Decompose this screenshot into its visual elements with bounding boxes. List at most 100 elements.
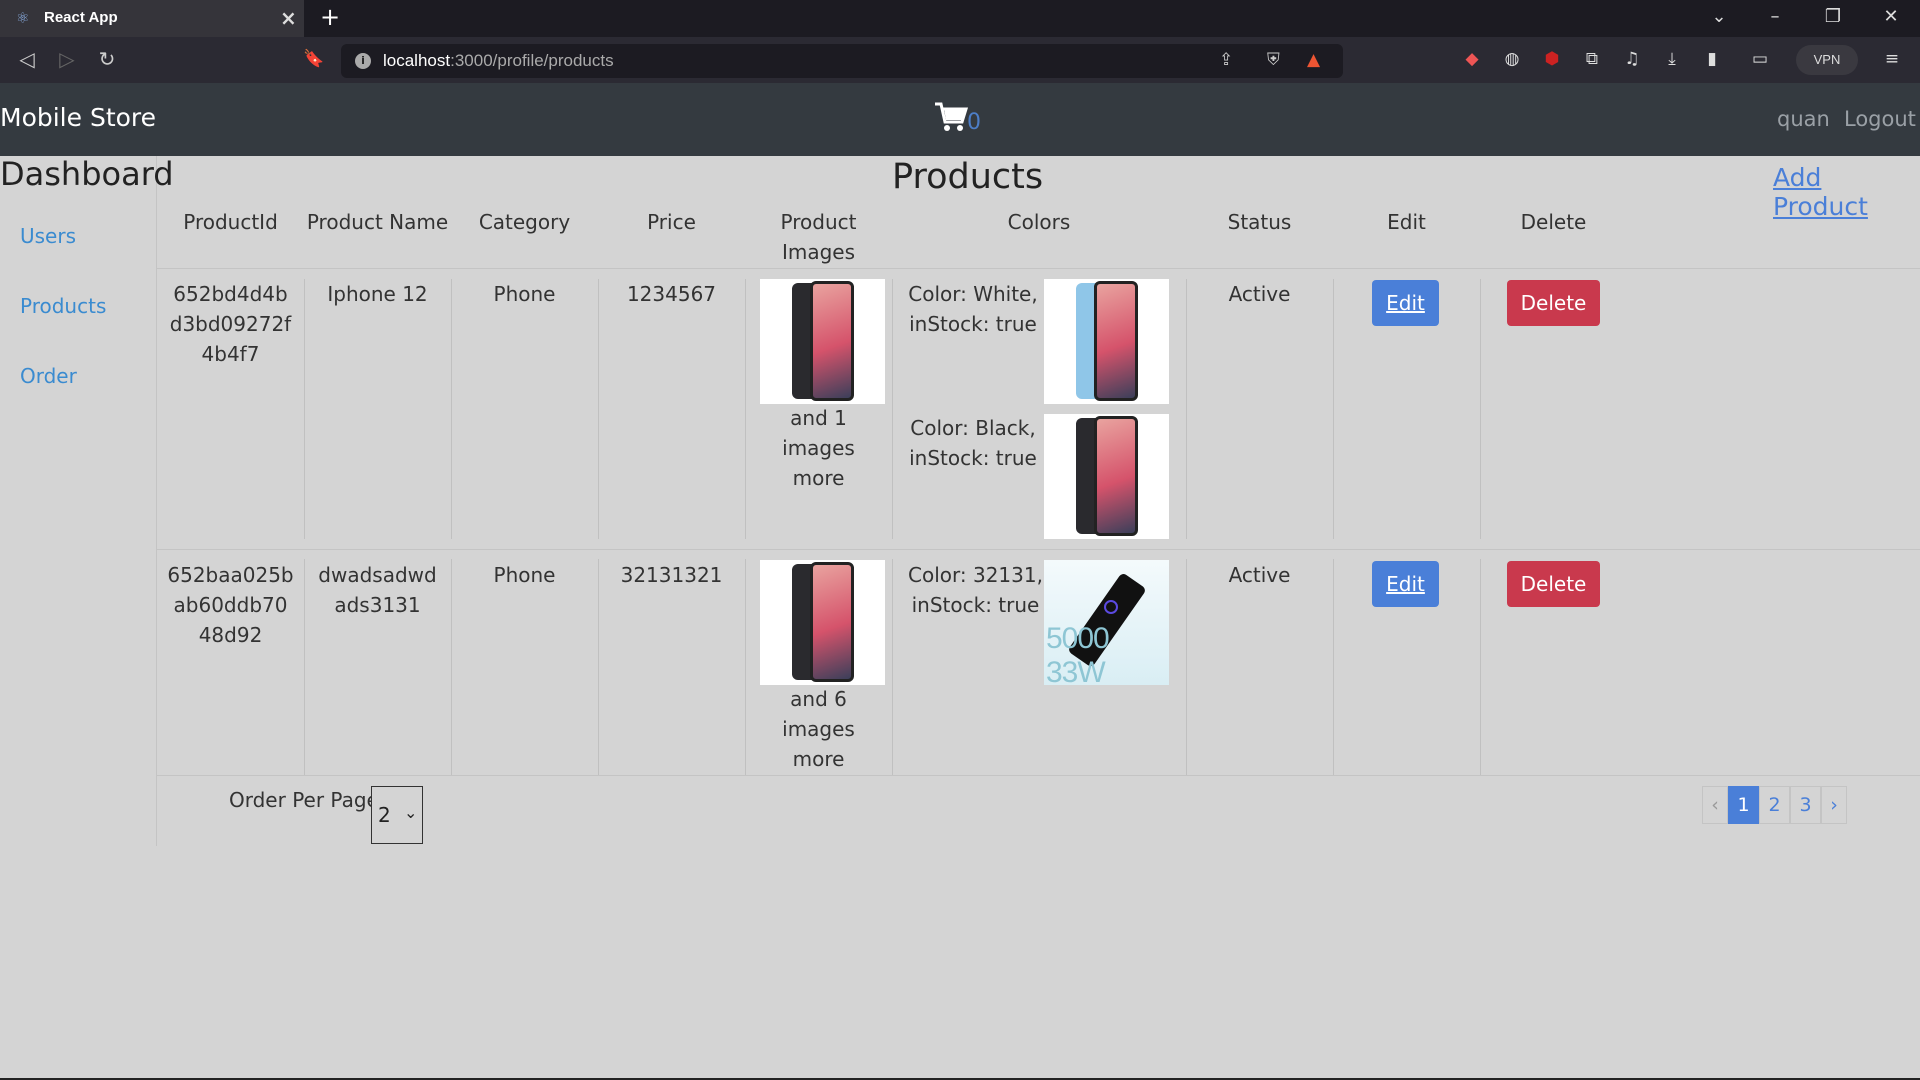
col-header-edit: Edit bbox=[1387, 210, 1426, 234]
cell-divider bbox=[1186, 279, 1187, 539]
cell-divider bbox=[1480, 559, 1481, 775]
cell-divider bbox=[304, 279, 305, 539]
address-bar[interactable]: i localhost:3000/profile/products ⇪ ⛨ ▲ bbox=[341, 44, 1343, 78]
window-close-icon[interactable]: ✕ bbox=[1876, 6, 1906, 27]
pagination-page-2[interactable]: 2 bbox=[1759, 786, 1790, 824]
pagination-next[interactable]: › bbox=[1821, 786, 1847, 824]
col-header-product-images: Product Images bbox=[780, 210, 857, 264]
pagination-prev[interactable]: ‹ bbox=[1702, 786, 1728, 824]
back-icon[interactable]: ◁ bbox=[13, 47, 41, 71]
color-text: Color: Black, inStock: true bbox=[909, 416, 1037, 470]
nav-user-link[interactable]: quan bbox=[1777, 107, 1830, 131]
new-tab-icon[interactable]: + bbox=[320, 3, 340, 31]
sidebar-item-order[interactable]: Order bbox=[20, 364, 77, 388]
cell-images-more: and 1 images more bbox=[782, 406, 855, 490]
color-image-light-blue-phone bbox=[1044, 279, 1169, 404]
delete-button[interactable]: Delete bbox=[1507, 280, 1600, 326]
color-image-black-phone bbox=[1044, 414, 1169, 539]
color-image-charging-phone: 5000 33W bbox=[1044, 560, 1169, 685]
minimize-icon[interactable]: – bbox=[1760, 6, 1790, 27]
cell-divider bbox=[451, 559, 452, 775]
col-header-colors: Colors bbox=[1007, 210, 1071, 234]
cell-divider bbox=[304, 559, 305, 775]
cell-category: Phone bbox=[493, 563, 556, 587]
brand-link[interactable]: Mobile Store bbox=[0, 103, 156, 132]
cell-divider bbox=[1333, 559, 1334, 775]
cell-category: Phone bbox=[493, 282, 556, 306]
tab-title: React App bbox=[44, 9, 118, 26]
restore-icon[interactable]: ❐ bbox=[1818, 6, 1848, 27]
table-divider bbox=[157, 268, 1920, 269]
image-text: 5000 33W bbox=[1046, 622, 1110, 685]
sidebar-title: Dashboard bbox=[0, 155, 174, 193]
reload-icon[interactable]: ↻ bbox=[93, 47, 121, 71]
download-icon[interactable]: ⤓ bbox=[1660, 49, 1684, 69]
chevron-down-icon: ⌄ bbox=[404, 803, 418, 822]
url-text: localhost:3000/profile/products bbox=[383, 51, 614, 71]
tab-list-chevron-icon[interactable]: ⌄ bbox=[1704, 6, 1734, 27]
bookmark-icon[interactable]: 🔖 bbox=[302, 49, 326, 69]
sidebar-item-users[interactable]: Users bbox=[20, 224, 76, 248]
per-page-select[interactable]: 2 ⌄ bbox=[371, 786, 423, 844]
cell-status: Active bbox=[1228, 282, 1291, 306]
browser-tab[interactable]: ⚛ React App × bbox=[0, 0, 304, 37]
edit-button[interactable]: Edit bbox=[1372, 561, 1439, 607]
color-text: Color: White, inStock: true bbox=[908, 282, 1038, 336]
sidebar-toggle-icon[interactable]: ▮ bbox=[1700, 49, 1724, 69]
cell-product-name: Iphone 12 bbox=[327, 282, 428, 306]
col-header-product-name: Product Name bbox=[306, 210, 449, 234]
url-path: :3000/profile/products bbox=[450, 51, 614, 70]
cell-divider bbox=[892, 279, 893, 539]
media-icon[interactable]: ♫ bbox=[1620, 49, 1644, 69]
cell-divider bbox=[892, 559, 893, 775]
delete-button[interactable]: Delete bbox=[1507, 561, 1600, 607]
cell-divider bbox=[1186, 559, 1187, 775]
sidebar bbox=[0, 156, 157, 846]
extension-red-icon[interactable]: ◆ bbox=[1460, 49, 1484, 69]
cell-price: 1234567 bbox=[626, 282, 717, 306]
sidebar-item-products[interactable]: Products bbox=[20, 294, 106, 318]
color-text: Color: 32131, inStock: true bbox=[908, 563, 1043, 617]
cell-divider bbox=[745, 559, 746, 775]
cell-divider bbox=[598, 279, 599, 539]
tab-close-icon[interactable]: × bbox=[280, 6, 297, 30]
cell-product-name: dwadsadwd ads3131 bbox=[318, 563, 437, 617]
cart-icon[interactable] bbox=[934, 102, 969, 140]
pagination-page-1[interactable]: 1 bbox=[1728, 786, 1759, 824]
col-header-price: Price bbox=[647, 210, 696, 234]
page-title: Products bbox=[892, 157, 1044, 197]
cart-count[interactable]: 0 bbox=[967, 110, 981, 135]
edit-button[interactable]: Edit bbox=[1372, 280, 1439, 326]
share-icon[interactable]: ⇪ bbox=[1219, 50, 1233, 70]
cell-price: 32131321 bbox=[620, 563, 723, 587]
cell-divider bbox=[1333, 279, 1334, 539]
col-header-category: Category bbox=[478, 210, 571, 234]
extensions-icon[interactable]: ⧉ bbox=[1580, 49, 1604, 69]
vpn-button[interactable]: VPN bbox=[1796, 45, 1858, 75]
cell-divider bbox=[745, 279, 746, 539]
url-host: localhost bbox=[383, 51, 451, 70]
brave-shield-icon[interactable]: ⛨ bbox=[1267, 50, 1280, 70]
logout-link[interactable]: Logout bbox=[1844, 107, 1916, 131]
add-product-link[interactable]: Add Product bbox=[1773, 163, 1920, 221]
table-divider bbox=[157, 775, 1920, 776]
wallet-icon[interactable]: ▭ bbox=[1748, 49, 1772, 69]
cell-product-id: 652bd4d4b d3bd09272f 4b4f7 bbox=[169, 282, 292, 366]
cell-product-id: 652baa025b ab60ddb70 48d92 bbox=[167, 563, 294, 647]
forward-icon[interactable]: ▷ bbox=[53, 47, 81, 71]
ublock-icon[interactable]: ⬢ bbox=[1540, 49, 1564, 69]
site-info-icon[interactable]: i bbox=[355, 53, 371, 69]
per-page-label: Order Per Page bbox=[229, 788, 379, 812]
react-logo-icon: ⚛ bbox=[16, 9, 30, 27]
col-header-status: Status bbox=[1227, 210, 1292, 234]
pagination-page-3[interactable]: 3 bbox=[1790, 786, 1821, 824]
table-divider bbox=[157, 549, 1920, 550]
cell-divider bbox=[598, 559, 599, 775]
cell-divider bbox=[1480, 279, 1481, 539]
globe-extension-icon[interactable]: ◍ bbox=[1500, 49, 1524, 69]
col-header-delete: Delete bbox=[1520, 210, 1587, 234]
brave-rewards-icon[interactable]: ▲ bbox=[1307, 50, 1320, 70]
menu-icon[interactable]: ≡ bbox=[1880, 49, 1904, 69]
per-page-value: 2 bbox=[378, 803, 391, 827]
product-image-black-phone bbox=[760, 279, 885, 404]
